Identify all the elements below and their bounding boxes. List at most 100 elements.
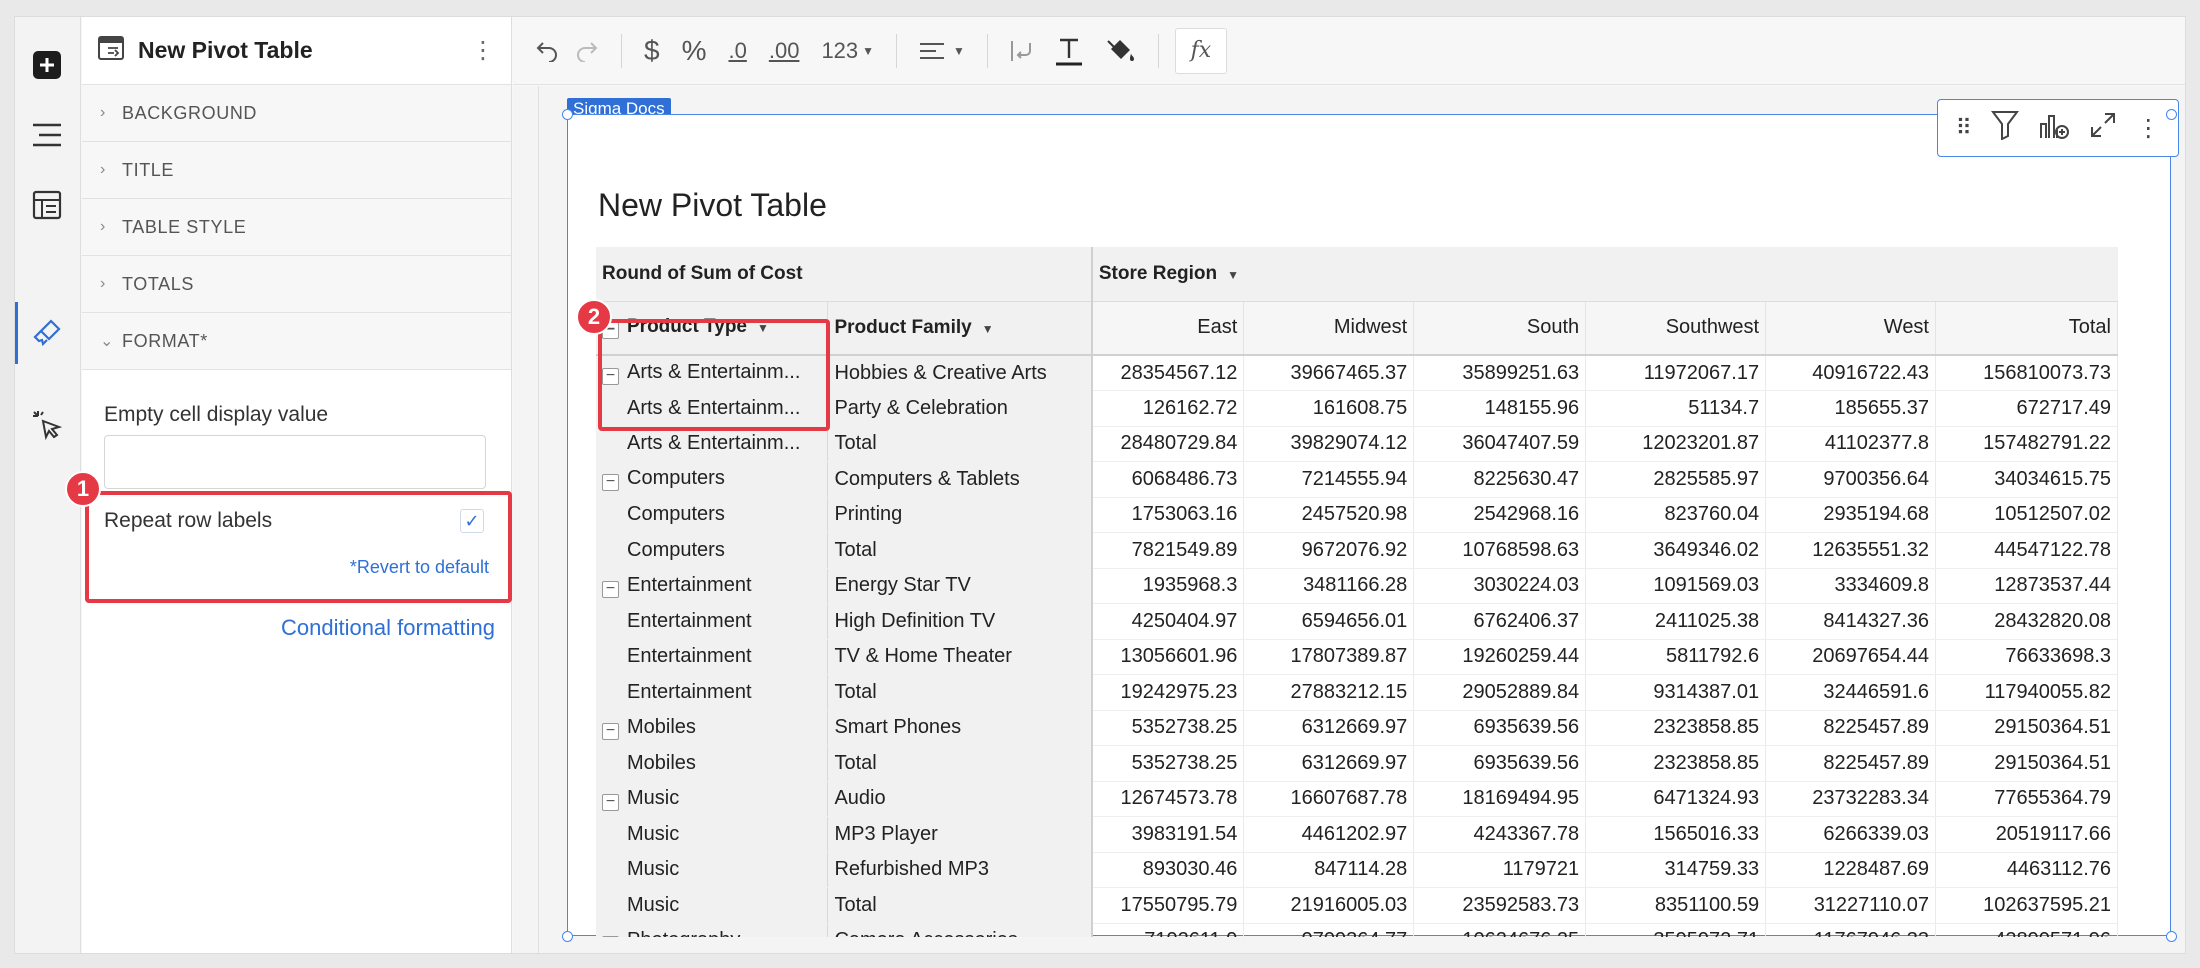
value-cell[interactable]: 3983191.54 [1091,816,1245,853]
value-cell[interactable]: 19242975.23 [1091,674,1245,711]
value-cell[interactable]: 672717.49 [1935,390,2118,427]
add-element-icon[interactable] [23,41,71,89]
row-label-product-type[interactable]: Computers [596,532,829,569]
value-cell[interactable]: 185655.37 [1765,390,1936,427]
value-cell[interactable]: 893030.46 [1091,852,1245,888]
value-cell[interactable]: 11767946.33 [1765,923,1936,937]
value-cell[interactable]: 847114.28 [1243,852,1415,888]
row-label-product-family[interactable]: Total [827,426,1093,462]
row-label-product-family[interactable]: Computers & Tablets [827,461,1093,498]
value-cell[interactable]: 17807389.87 [1243,639,1415,675]
row-label-product-family[interactable]: Printing [827,497,1093,533]
value-cell[interactable]: 3649346.02 [1585,532,1767,569]
value-cell[interactable]: 148155.96 [1413,390,1587,427]
row-label-product-type[interactable]: − Photography [596,923,829,937]
value-cell[interactable]: 2542968.16 [1413,497,1587,533]
value-cell[interactable]: 39829074.12 [1243,426,1415,462]
column-header-cell[interactable]: South [1413,301,1587,356]
value-cell[interactable]: 20519117.66 [1935,816,2118,853]
expand-icon[interactable] [2089,111,2117,146]
value-cell[interactable]: 117940055.82 [1935,674,2118,711]
text-wrap-icon[interactable] [1010,39,1032,63]
row-label-product-family[interactable]: MP3 Player [827,816,1093,853]
value-cell[interactable]: 157482791.22 [1935,426,2118,462]
value-cell[interactable]: 20697654.44 [1765,639,1936,675]
value-cell[interactable]: 10512507.02 [1935,497,2118,533]
column-header-cell[interactable]: East [1091,301,1245,356]
collapse-icon[interactable]: − [602,793,619,811]
value-cell[interactable]: 2825585.97 [1585,461,1767,498]
increase-decimals-button[interactable]: .00 [769,38,800,64]
row-label-product-type[interactable]: Entertainment [596,639,829,675]
value-cell[interactable]: 4250404.97 [1091,603,1245,640]
row-label-product-family[interactable]: Refurbished MP3 [827,852,1093,888]
row-label-product-type[interactable]: Music [596,887,829,924]
row-label-product-family[interactable]: Total [827,887,1093,924]
value-cell[interactable]: 7821549.89 [1091,532,1245,569]
value-cell[interactable]: 5352738.25 [1091,710,1245,746]
row-label-product-family[interactable]: Total [827,745,1093,782]
actions-cursor-icon[interactable] [23,401,71,449]
data-element-icon[interactable] [23,181,71,229]
value-cell[interactable]: 3481166.28 [1243,568,1415,604]
value-cell[interactable]: 6068486.73 [1091,461,1245,498]
value-cell[interactable]: 10624676.25 [1413,923,1587,937]
collapse-icon[interactable]: − [602,935,619,937]
pivot-element[interactable]: New Pivot Table Round of Sum of Cost Sto… [567,114,2171,937]
row-label-product-family[interactable]: Audio [827,781,1093,817]
value-cell[interactable]: 2411025.38 [1585,603,1767,640]
redo-icon[interactable] [575,40,599,62]
section-table-style[interactable]: › TABLE STYLE [82,199,511,256]
value-cell[interactable]: 9709364.77 [1243,923,1415,937]
row-label-product-type[interactable]: Mobiles [596,745,829,782]
collapse-icon[interactable]: − [602,474,619,492]
add-chart-icon[interactable] [2038,110,2070,147]
value-cell[interactable]: 4463112.76 [1935,852,2118,888]
row-label-product-type[interactable]: − Music [596,781,829,817]
drag-handle-icon[interactable]: ⠿ [1956,115,1972,141]
column-header-cell[interactable]: Total [1935,301,2118,356]
row-label-product-family[interactable]: Party & Celebration [827,390,1093,427]
value-cell[interactable]: 4243367.78 [1413,816,1587,853]
value-cell[interactable]: 29150364.51 [1935,745,2118,782]
value-cell[interactable]: 35899251.63 [1413,355,1587,391]
value-cell[interactable]: 12635551.32 [1765,532,1936,569]
filter-icon[interactable] [1990,110,2019,147]
resize-handle[interactable] [562,931,573,942]
value-cell[interactable]: 1565016.33 [1585,816,1767,853]
value-cell[interactable]: 23732283.34 [1765,781,1936,817]
value-cell[interactable]: 17550795.79 [1091,887,1245,924]
percent-format-button[interactable]: % [682,35,707,67]
value-cell[interactable]: 21916005.03 [1243,887,1415,924]
value-cell[interactable]: 31227110.07 [1765,887,1936,924]
element-menu-icon[interactable]: ⋮ [2136,114,2160,143]
value-cell[interactable]: 2323858.85 [1585,710,1767,746]
format-brush-icon[interactable] [23,309,71,357]
resize-handle[interactable] [562,109,573,120]
value-cell[interactable]: 3030224.03 [1413,568,1587,604]
value-cell[interactable]: 161608.75 [1243,390,1415,427]
value-cell[interactable]: 13056601.96 [1091,639,1245,675]
row-label-product-family[interactable]: Total [827,532,1093,569]
value-cell[interactable]: 42890571.96 [1935,923,2118,937]
row-label-product-type[interactable]: − Computers [596,461,829,498]
value-cell[interactable]: 6594656.01 [1243,603,1415,640]
resize-handle[interactable] [2166,109,2177,120]
value-cell[interactable]: 1935968.3 [1091,568,1245,604]
value-cell[interactable]: 39667465.37 [1243,355,1415,391]
value-cell[interactable]: 28480729.84 [1091,426,1245,462]
value-cell[interactable]: 7192611.9 [1091,923,1245,937]
value-cell[interactable]: 40916722.43 [1765,355,1936,391]
value-cell[interactable]: 8225457.89 [1765,710,1936,746]
value-cell[interactable]: 6312669.97 [1243,745,1415,782]
value-cell[interactable]: 5352738.25 [1091,745,1245,782]
value-cell[interactable]: 11972067.17 [1585,355,1767,391]
value-cell[interactable]: 28432820.08 [1935,603,2118,640]
row-label-product-type[interactable]: Entertainment [596,674,829,711]
row-header-product-family[interactable]: Product Family ▼ [827,301,1093,356]
decrease-decimals-button[interactable]: .0 [728,38,746,64]
empty-cell-input[interactable] [104,435,486,489]
value-cell[interactable]: 8414327.36 [1765,603,1936,640]
value-cell[interactable]: 12023201.87 [1585,426,1767,462]
column-header-cell[interactable]: Midwest [1243,301,1415,356]
